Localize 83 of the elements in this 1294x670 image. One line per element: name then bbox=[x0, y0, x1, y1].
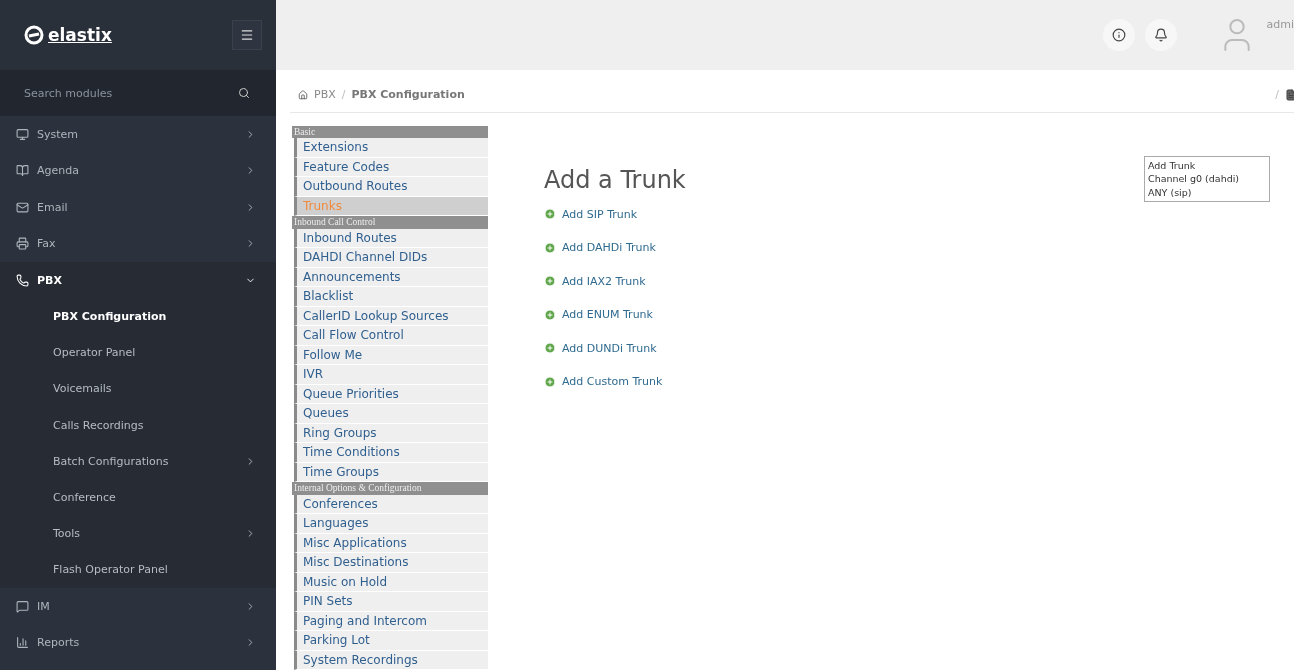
trunk-option[interactable]: Add Trunk bbox=[1148, 158, 1266, 172]
menu-link[interactable]: IVR bbox=[294, 365, 488, 385]
notifications-button[interactable] bbox=[1144, 18, 1177, 51]
nav-subitem[interactable]: Operator Panel bbox=[0, 334, 276, 371]
nav-subitem[interactable]: Voicemails bbox=[0, 370, 276, 408]
menu-link[interactable]: CallerID Lookup Sources bbox=[294, 306, 488, 326]
trunk-list[interactable]: Add Trunk Channel g0 (dahdi) ANY (sip) bbox=[1144, 155, 1270, 202]
add-trunk-link[interactable]: Add IAX2 Trunk bbox=[544, 264, 1144, 298]
nav-item[interactable]: Reports bbox=[0, 624, 276, 661]
bell-icon bbox=[1153, 27, 1168, 42]
page-heading: Add a Trunk bbox=[544, 165, 687, 194]
info-button[interactable] bbox=[1102, 18, 1135, 51]
document-icon[interactable] bbox=[1285, 88, 1294, 101]
breadcrumb-separator: / bbox=[1275, 88, 1279, 102]
bar-chart-icon bbox=[16, 636, 29, 650]
nav-item[interactable]: PBX bbox=[0, 262, 276, 299]
add-icon bbox=[544, 241, 556, 254]
menu-link[interactable]: Ring Groups bbox=[294, 423, 488, 443]
menu-link[interactable]: Blacklist bbox=[294, 287, 488, 307]
add-trunk-link[interactable]: Add SIP Trunk bbox=[544, 197, 1144, 231]
menu-link[interactable]: Announcements bbox=[294, 267, 488, 287]
add-icon bbox=[544, 375, 556, 388]
nav-subitem[interactable]: Flash Operator Panel bbox=[0, 551, 276, 588]
nav-subitem[interactable]: Tools bbox=[0, 515, 276, 552]
trunk-option[interactable]: ANY (sip) bbox=[1148, 185, 1266, 199]
menu-link[interactable]: Extensions bbox=[294, 138, 488, 158]
breadcrumb-link[interactable]: PBX bbox=[314, 88, 336, 102]
brand-name: elastix bbox=[48, 25, 112, 45]
menu-link[interactable]: Queues bbox=[294, 404, 488, 424]
search-icon[interactable] bbox=[238, 87, 250, 99]
menu-section-title: Basic bbox=[292, 125, 488, 138]
menu-link[interactable]: Outbound Routes bbox=[294, 177, 488, 197]
info-icon bbox=[1111, 27, 1126, 42]
monitor-icon bbox=[16, 127, 29, 141]
home-icon[interactable] bbox=[298, 89, 308, 100]
nav-item[interactable]: Email bbox=[0, 189, 276, 226]
menu-link[interactable]: Queue Priorities bbox=[294, 384, 488, 404]
nav-subitem[interactable]: Batch Configurations bbox=[0, 443, 276, 480]
logo-icon bbox=[24, 25, 44, 45]
phone-icon bbox=[16, 273, 29, 287]
menu-link[interactable]: Conferences bbox=[294, 494, 488, 514]
menu-button[interactable] bbox=[232, 20, 262, 50]
add-trunk-link[interactable]: Add DUNDi Trunk bbox=[544, 331, 1144, 365]
add-icon bbox=[544, 342, 556, 355]
search-field[interactable]: Search modules bbox=[0, 70, 276, 116]
breadcrumb-current: PBX Configuration bbox=[351, 88, 465, 102]
breadcrumb-separator: / bbox=[341, 88, 346, 102]
menu-link[interactable]: Paging and Intercom bbox=[294, 611, 488, 631]
menu-link[interactable]: PIN Sets bbox=[294, 592, 488, 612]
menu-link[interactable]: DAHDI Channel DIDs bbox=[294, 248, 488, 268]
menu-icon bbox=[240, 28, 254, 42]
nav-item[interactable]: IM bbox=[0, 588, 276, 625]
menu-link[interactable]: Music on Hold bbox=[294, 572, 488, 592]
menu-link[interactable]: Parking Lot bbox=[294, 631, 488, 651]
nav-item[interactable]: Fax bbox=[0, 225, 276, 262]
add-icon bbox=[544, 208, 556, 221]
menu-link[interactable]: Languages bbox=[294, 514, 488, 534]
nav-subitem[interactable]: Calls Recordings bbox=[0, 407, 276, 444]
mail-icon bbox=[16, 200, 29, 214]
add-trunk-link[interactable]: Add ENUM Trunk bbox=[544, 298, 1144, 332]
add-trunk-link[interactable]: Add Custom Trunk bbox=[544, 365, 1144, 399]
menu-link[interactable]: Misc Applications bbox=[294, 533, 488, 553]
menu-link[interactable]: Misc Destinations bbox=[294, 553, 488, 573]
printer-icon bbox=[16, 237, 29, 251]
nav-subitem[interactable]: PBX Configuration bbox=[0, 298, 276, 335]
menu-link[interactable]: Follow Me bbox=[294, 345, 488, 365]
add-icon bbox=[544, 275, 556, 288]
menu-link[interactable]: Inbound Routes bbox=[294, 228, 488, 248]
menu-link[interactable]: Time Conditions bbox=[294, 443, 488, 463]
chat-icon bbox=[16, 599, 29, 613]
add-icon bbox=[544, 308, 556, 321]
menu-link[interactable]: Call Flow Control bbox=[294, 326, 488, 346]
nav-subitem[interactable]: Conference bbox=[0, 479, 276, 516]
nav-item[interactable]: System bbox=[0, 116, 276, 153]
menu-section-title: Internal Options & Configuration bbox=[292, 482, 488, 495]
book-icon bbox=[16, 164, 29, 178]
add-trunk-link[interactable]: Add DAHDi Trunk bbox=[544, 231, 1144, 265]
menu-section-title: Inbound Call Control bbox=[292, 216, 488, 229]
menu-link[interactable]: System Recordings bbox=[294, 650, 488, 670]
nav-item[interactable]: Agenda bbox=[0, 152, 276, 189]
trunk-option[interactable]: Channel g0 (dahdi) bbox=[1148, 172, 1266, 186]
menu-link[interactable]: Time Groups bbox=[294, 462, 488, 482]
menu-link[interactable]: Feature Codes bbox=[294, 157, 488, 177]
